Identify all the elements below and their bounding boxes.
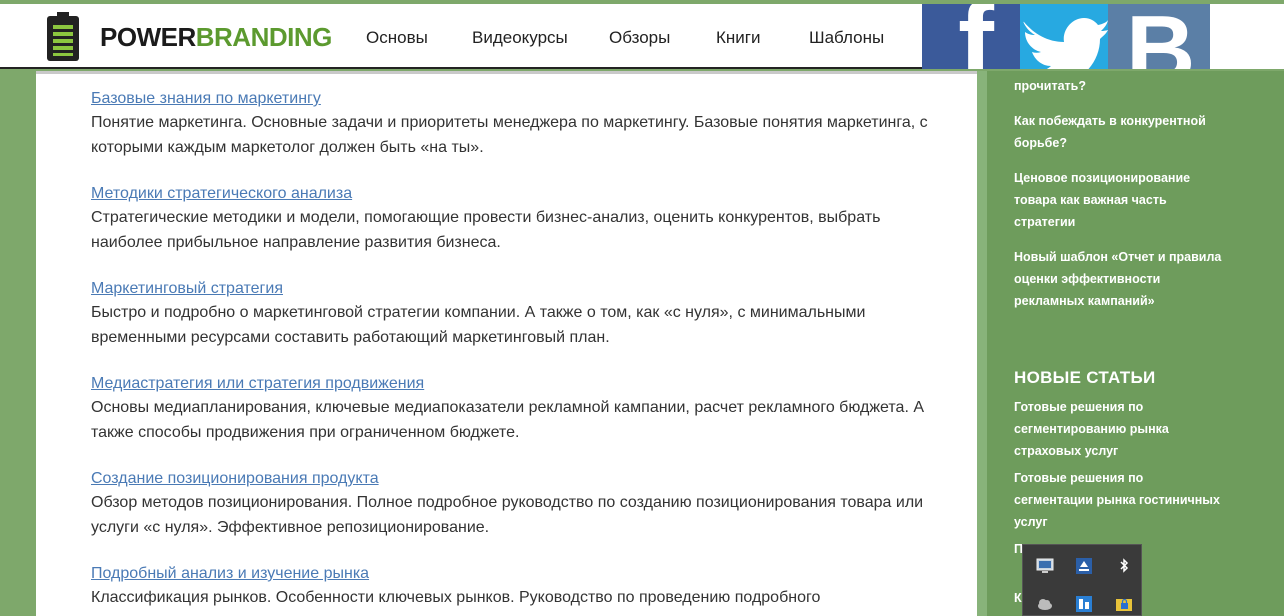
article-description: Основы медиапланирования, ключевые медиа… xyxy=(91,399,925,441)
article-link[interactable]: Методики стратегического анализа xyxy=(91,183,941,205)
brand-power: POWER xyxy=(100,22,196,52)
article-entry: Методики стратегического анализа Стратег… xyxy=(91,183,941,255)
twitter-button[interactable] xyxy=(1020,4,1108,69)
article-entry: Подробный анализ и изучение рынка Класси… xyxy=(91,563,941,610)
nav-obzory[interactable]: Обзоры xyxy=(609,28,670,48)
article-entry: Базовые знания по маркетингу Понятие мар… xyxy=(91,88,941,160)
bluetooth-icon[interactable] xyxy=(1115,557,1133,575)
brand-branding: BRANDING xyxy=(195,22,333,52)
battery-logo-icon[interactable] xyxy=(45,12,81,62)
network-icon[interactable] xyxy=(1075,595,1093,613)
article-description: Стратегические методики и модели, помога… xyxy=(91,209,881,251)
article-link[interactable]: Создание позиционирования продукта xyxy=(91,468,941,490)
article-link[interactable]: Базовые знания по маркетингу xyxy=(91,88,941,110)
facebook-icon: f xyxy=(958,4,995,69)
article-link[interactable]: Медиастратегия или стратегия продвижения xyxy=(91,373,941,395)
nav-knigi[interactable]: Книги xyxy=(716,28,760,48)
article-entry: Медиастратегия или стратегия продвижения… xyxy=(91,373,941,445)
header-spacer xyxy=(1210,4,1284,69)
article-description: Быстро и подробно о маркетинговой страте… xyxy=(91,304,866,346)
vkontakte-icon: B xyxy=(1126,4,1195,69)
monitor-icon[interactable] xyxy=(1036,557,1054,575)
nav-shablony[interactable]: Шаблоны xyxy=(809,28,884,48)
sidebar-popular-link[interactable]: Новый шаблон «Отчет и правила оценки эфф… xyxy=(1014,246,1224,312)
vk-glyph: B xyxy=(1126,4,1195,69)
cloud-icon[interactable] xyxy=(1036,595,1054,613)
new-articles-heading: НОВЫЕ СТАТЬИ xyxy=(1014,368,1156,387)
sidebar: прочитать? Как побеждать в конкурентной … xyxy=(977,71,1284,616)
site-brand[interactable]: POWERBRANDING xyxy=(100,22,332,53)
sidebar-new-link[interactable]: Готовые решения по сегментированию рынка… xyxy=(1014,396,1224,462)
article-entry: Создание позиционирования продукта Обзор… xyxy=(91,468,941,540)
facebook-button[interactable]: f xyxy=(922,4,1020,69)
vkontakte-button[interactable]: B xyxy=(1108,4,1210,69)
content-top-border xyxy=(36,71,977,74)
lock-folder-icon[interactable] xyxy=(1115,595,1133,613)
sidebar-popular-link[interactable]: Как побеждать в конкурентной борьбе? xyxy=(1014,110,1224,154)
article-description: Понятие маркетинга. Основные задачи и пр… xyxy=(91,114,928,156)
twitter-bird-icon xyxy=(1023,18,1108,69)
nav-osnovy[interactable]: Основы xyxy=(366,28,428,48)
article-description: Обзор методов позиционирования. Полное п… xyxy=(91,494,924,536)
sidebar-popular-link[interactable]: прочитать? xyxy=(1014,75,1224,97)
facebook-glyph: f xyxy=(958,4,995,69)
article-link[interactable]: Подробный анализ и изучение рынка xyxy=(91,563,941,585)
article-description: Классификация рынков. Особенности ключев… xyxy=(91,589,821,606)
article-link[interactable]: Маркетинговый стратегия xyxy=(91,278,941,300)
site-header: POWERBRANDING Основы Видеокурсы Обзоры К… xyxy=(0,4,1284,69)
system-tray-overflow xyxy=(1022,544,1142,616)
main-content: Базовые знания по маркетингу Понятие мар… xyxy=(36,71,977,616)
update-icon[interactable] xyxy=(1075,557,1093,575)
article-entry: Маркетинговый стратегия Быстро и подробн… xyxy=(91,278,941,350)
sidebar-popular-link[interactable]: Ценовое позиционирование товара как важн… xyxy=(1014,167,1224,233)
sidebar-new-link[interactable]: Готовые решения по сегментации рынка гос… xyxy=(1014,467,1224,533)
nav-videokursy[interactable]: Видеокурсы xyxy=(472,28,568,48)
